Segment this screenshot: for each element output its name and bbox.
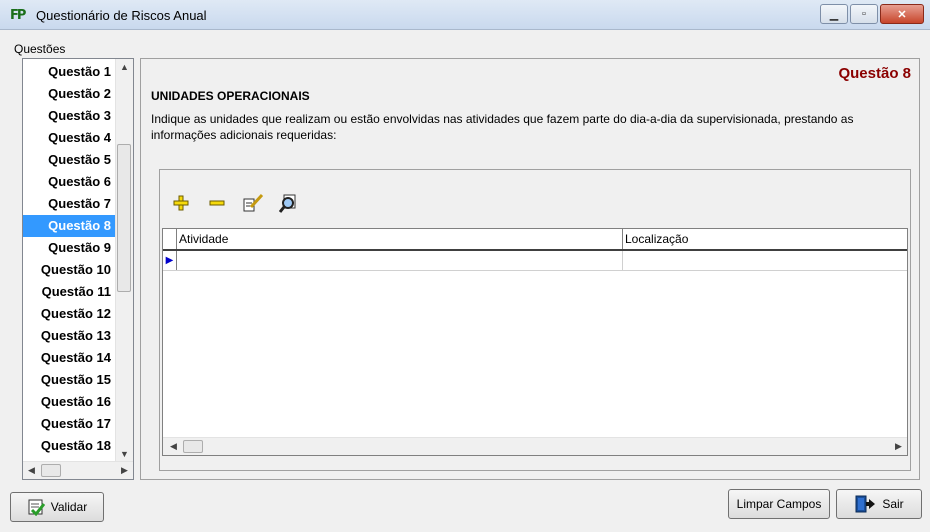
clear-fields-button[interactable]: Limpar Campos — [728, 489, 830, 519]
question-list-item[interactable]: Questão 14 — [23, 347, 115, 369]
maximize-icon: ▫ — [862, 8, 866, 20]
close-button[interactable]: ✕ — [880, 4, 924, 24]
question-list-horizontal-scrollbar[interactable]: ◀ ▶ — [23, 461, 133, 479]
remove-icon — [209, 200, 225, 206]
grid-horizontal-scrollbar[interactable]: ◀ ▶ — [163, 437, 907, 455]
minimize-button[interactable]: ▁ — [820, 4, 848, 24]
scroll-thumb[interactable] — [41, 464, 61, 477]
window-title: Questionário de Riscos Anual — [36, 8, 207, 23]
question-list-item[interactable]: Questão 6 — [23, 171, 115, 193]
search-icon — [279, 194, 296, 213]
grid-toolbar — [170, 192, 314, 214]
question-list-item[interactable]: Questão 13 — [23, 325, 115, 347]
scroll-left-icon[interactable]: ◀ — [23, 462, 40, 479]
question-list-item[interactable]: Questão 7 — [23, 193, 115, 215]
questions-label: Questões — [14, 42, 66, 56]
validate-icon — [27, 498, 45, 516]
table-row[interactable]: ▶ — [163, 251, 907, 271]
close-icon: ✕ — [897, 8, 907, 21]
column-header-atividade[interactable]: Atividade — [177, 229, 623, 249]
maximize-button[interactable]: ▫ — [850, 4, 878, 24]
remove-row-button[interactable] — [206, 192, 228, 214]
grid-header: Atividade Localização — [163, 229, 907, 251]
edit-icon — [243, 193, 264, 212]
scroll-thumb[interactable] — [117, 144, 131, 292]
question-list-item[interactable]: Questão 18 — [23, 435, 115, 457]
question-number: Questão 8 — [838, 65, 911, 82]
question-list-item[interactable]: Questão 17 — [23, 413, 115, 435]
question-panel: Questão 8 UNIDADES OPERACIONAIS Indique … — [140, 58, 920, 480]
cell-atividade[interactable] — [177, 251, 623, 270]
question-list-item[interactable]: Questão 11 — [23, 281, 115, 303]
scroll-right-icon[interactable]: ▶ — [116, 462, 133, 479]
question-list-item[interactable]: Questão 15 — [23, 369, 115, 391]
question-list-item[interactable]: Questão 8 — [23, 215, 115, 237]
question-list-item[interactable]: Questão 9 — [23, 237, 115, 259]
grid-frame: Atividade Localização ▶ ◀ ▶ — [159, 169, 911, 471]
scroll-up-icon[interactable]: ▲ — [116, 59, 133, 76]
validate-button[interactable]: Validar — [10, 492, 104, 522]
question-list-item[interactable]: Questão 1 — [23, 61, 115, 83]
scroll-thumb[interactable] — [183, 440, 203, 453]
question-description: Indique as unidades que realizam ou estã… — [151, 112, 854, 142]
scroll-right-icon[interactable]: ▶ — [890, 438, 907, 455]
column-header-localizacao[interactable]: Localização — [623, 229, 907, 249]
question-list-item[interactable]: Questão 10 — [23, 259, 115, 281]
question-list-item[interactable]: Questão 16 — [23, 391, 115, 413]
question-list[interactable]: Questão 1 Questão 2 Questão 3 Questão 4 Ques… — [22, 58, 134, 480]
question-list-vertical-scrollbar[interactable]: ▲ ▼ — [115, 59, 133, 463]
exit-label: Sair — [882, 497, 904, 511]
minimize-icon: ▁ — [829, 8, 839, 21]
scroll-left-icon[interactable]: ◀ — [165, 438, 182, 455]
question-list-item[interactable]: Questão 2 — [23, 83, 115, 105]
add-row-button[interactable] — [170, 192, 192, 214]
exit-door-icon — [854, 495, 876, 513]
data-grid[interactable]: Atividade Localização ▶ ◀ ▶ — [162, 228, 908, 456]
exit-button[interactable]: Sair — [836, 489, 922, 519]
question-heading: UNIDADES OPERACIONAIS — [151, 89, 310, 103]
current-row-arrow-icon: ▶ — [163, 251, 177, 270]
question-list-item[interactable]: Questão 12 — [23, 303, 115, 325]
question-list-item[interactable]: Questão 3 — [23, 105, 115, 127]
app-logo: FP — [10, 8, 26, 23]
search-row-button[interactable] — [278, 192, 300, 214]
edit-row-button[interactable] — [242, 192, 264, 214]
row-indicator-header — [163, 229, 177, 249]
cell-localizacao[interactable] — [623, 251, 907, 270]
add-icon — [173, 195, 189, 211]
question-list-item[interactable]: Questão 4 — [23, 127, 115, 149]
question-list-item[interactable]: Questão 5 — [23, 149, 115, 171]
clear-fields-label: Limpar Campos — [736, 497, 822, 511]
validate-label: Validar — [50, 500, 88, 514]
title-bar: FP Questionário de Riscos Anual ▁ ▫ ✕ — [0, 0, 930, 30]
